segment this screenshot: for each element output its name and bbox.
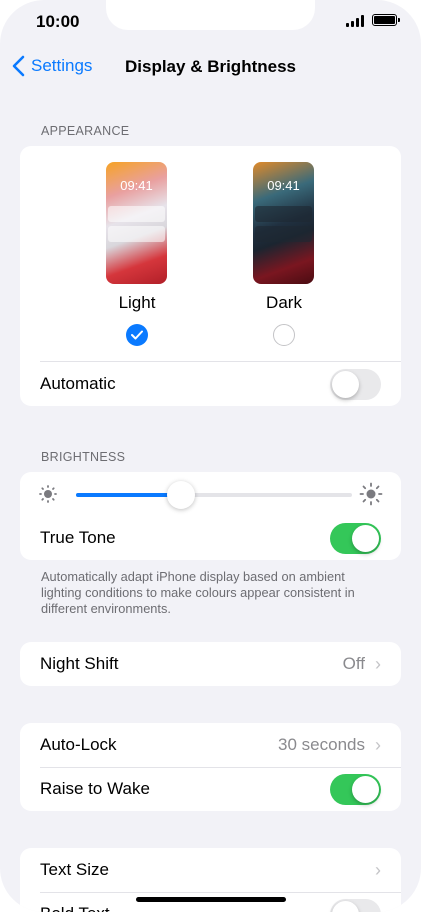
true-tone-footer: Automatically adapt iPhone display based… bbox=[41, 569, 355, 616]
text-size-label: Text Size bbox=[40, 860, 109, 879]
night-shift-label: Night Shift bbox=[40, 654, 119, 673]
appearance-options: 09:41 09:41 Light Dark bbox=[20, 146, 401, 362]
text-group: Text Size › Bold Text bbox=[20, 848, 401, 912]
true-tone-label: True Tone bbox=[40, 528, 116, 547]
light-radio[interactable] bbox=[126, 324, 148, 346]
text-size-row[interactable]: Text Size › bbox=[20, 848, 401, 892]
night-shift-row[interactable]: Night Shift Off › bbox=[20, 642, 401, 686]
lock-group: Auto-Lock 30 seconds › Raise to Wake bbox=[20, 723, 401, 811]
status-time: 10:00 bbox=[36, 12, 80, 31]
dark-preview[interactable]: 09:41 bbox=[253, 162, 314, 284]
raise-to-wake-label: Raise to Wake bbox=[40, 779, 150, 798]
automatic-row: Automatic bbox=[20, 362, 401, 406]
brightness-slider-row bbox=[20, 472, 401, 516]
light-preview[interactable]: 09:41 bbox=[106, 162, 167, 284]
brightness-header: BRIGHTNESS bbox=[41, 450, 126, 464]
signal-icon bbox=[346, 15, 364, 27]
brightness-track[interactable] bbox=[76, 493, 352, 497]
auto-lock-value: 30 seconds bbox=[278, 735, 365, 754]
home-indicator[interactable] bbox=[136, 897, 286, 902]
chevron-right-icon: › bbox=[375, 734, 381, 755]
bold-text-row: Bold Text bbox=[20, 892, 401, 912]
checkmark-icon bbox=[131, 330, 143, 340]
auto-lock-row[interactable]: Auto-Lock 30 seconds › bbox=[20, 723, 401, 767]
battery-icon bbox=[372, 14, 400, 26]
automatic-toggle[interactable] bbox=[330, 368, 381, 400]
brightness-low-icon bbox=[39, 485, 57, 503]
raise-to-wake-row: Raise to Wake bbox=[20, 767, 401, 811]
night-shift-value: Off bbox=[342, 654, 365, 673]
light-preview-time: 09:41 bbox=[120, 178, 153, 193]
page-title: Display & Brightness bbox=[125, 57, 296, 76]
chevron-right-icon: › bbox=[375, 859, 381, 880]
brightness-group: True Tone bbox=[20, 472, 401, 560]
bold-text-toggle[interactable] bbox=[330, 898, 381, 912]
phone-screen: 10:00 Settings Display & Brightness APPE… bbox=[0, 0, 421, 912]
true-tone-toggle[interactable] bbox=[330, 522, 381, 554]
brightness-high-icon bbox=[359, 482, 383, 506]
dark-label: Dark bbox=[266, 293, 302, 312]
automatic-label: Automatic bbox=[40, 374, 116, 393]
chevron-right-icon: › bbox=[375, 653, 381, 674]
night-shift-group: Night Shift Off › bbox=[20, 642, 401, 686]
notch bbox=[106, 0, 315, 30]
auto-lock-label: Auto-Lock bbox=[40, 735, 117, 754]
true-tone-row: True Tone bbox=[20, 516, 401, 560]
raise-to-wake-toggle[interactable] bbox=[330, 773, 381, 805]
appearance-group: 09:41 09:41 Light Dark Automatic bbox=[20, 146, 401, 406]
light-label: Light bbox=[118, 293, 156, 312]
dark-preview-time: 09:41 bbox=[267, 178, 300, 193]
bold-text-label: Bold Text bbox=[40, 904, 330, 912]
dark-radio[interactable] bbox=[273, 324, 295, 346]
brightness-slider-knob[interactable] bbox=[166, 481, 195, 509]
appearance-header: APPEARANCE bbox=[41, 124, 130, 138]
